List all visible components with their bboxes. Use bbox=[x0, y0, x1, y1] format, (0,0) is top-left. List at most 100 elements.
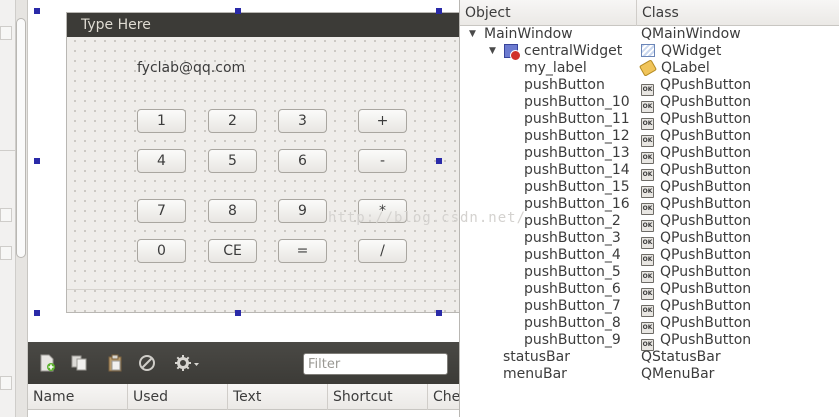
object-name: pushButton_12 bbox=[524, 128, 630, 144]
resize-handle-bottom-left[interactable] bbox=[34, 310, 40, 316]
object-name: menuBar bbox=[503, 366, 567, 382]
column-header-object[interactable]: Object bbox=[460, 0, 511, 26]
tree-row[interactable]: pushButton_8 OK QPushButton bbox=[460, 315, 839, 334]
object-name: MainWindow bbox=[484, 26, 573, 42]
expand-arrow-icon[interactable]: ▼ bbox=[469, 26, 476, 43]
class-name: QWidget bbox=[661, 43, 722, 59]
calc-button-1[interactable]: 1 bbox=[137, 109, 186, 133]
tree-row[interactable]: pushButton_12 OK QPushButton bbox=[460, 128, 839, 147]
tree-row[interactable]: pushButton_5 OK QPushButton bbox=[460, 264, 839, 283]
object-name: pushButton_7 bbox=[524, 298, 621, 314]
tree-row[interactable]: pushButton_7 OK QPushButton bbox=[460, 298, 839, 317]
class-cell: QMenuBar bbox=[641, 366, 714, 383]
class-name: QPushButton bbox=[660, 179, 752, 195]
tree-row[interactable]: pushButton_15 OK QPushButton bbox=[460, 179, 839, 198]
resize-handle-right[interactable] bbox=[436, 158, 442, 164]
tree-row[interactable]: pushButton_14 OK QPushButton bbox=[460, 162, 839, 181]
left-dock-strip bbox=[0, 0, 28, 417]
resize-handle-top-left[interactable] bbox=[34, 8, 40, 14]
my-label[interactable]: fyclab@qq.com bbox=[137, 60, 245, 76]
tree-row[interactable]: pushButton_10 OK QPushButton bbox=[460, 94, 839, 113]
designer-canvas: Type Here fyclab@qq.com 1 2 3 + 4 5 6 - … bbox=[28, 0, 468, 342]
calc-button-0[interactable]: 0 bbox=[137, 239, 186, 263]
resize-handle-top-right[interactable] bbox=[436, 8, 442, 14]
tree-row[interactable]: statusBar QStatusBar bbox=[460, 349, 839, 366]
central-widget-icon bbox=[504, 44, 521, 61]
class-name: QPushButton bbox=[660, 230, 752, 246]
calc-button-8[interactable]: 8 bbox=[208, 199, 257, 223]
calc-button-divide[interactable]: / bbox=[358, 239, 407, 263]
tree-row[interactable]: pushButton_11 OK QPushButton bbox=[460, 111, 839, 130]
new-action-icon[interactable] bbox=[37, 354, 57, 372]
tree-row[interactable]: my_label QLabel bbox=[460, 59, 839, 77]
dock-edge-box bbox=[0, 26, 12, 40]
calc-button-6[interactable]: 6 bbox=[278, 149, 327, 173]
class-name: QMenuBar bbox=[641, 366, 715, 382]
paste-icon[interactable] bbox=[105, 354, 125, 372]
tree-row[interactable]: pushButton_6 OK QPushButton bbox=[460, 281, 839, 300]
dock-edge-box bbox=[0, 376, 12, 390]
column-header-name[interactable]: Name bbox=[28, 384, 128, 410]
tree-row[interactable]: menuBar QMenuBar bbox=[460, 366, 839, 383]
copy-icon[interactable] bbox=[69, 354, 89, 372]
calc-button-plus[interactable]: + bbox=[358, 109, 407, 133]
calc-button-equals[interactable]: = bbox=[278, 239, 327, 263]
object-name: pushButton_5 bbox=[524, 264, 621, 280]
calc-button-7[interactable]: 7 bbox=[137, 199, 186, 223]
delete-icon[interactable] bbox=[137, 354, 157, 372]
resize-handle-bottom[interactable] bbox=[235, 310, 241, 316]
column-header-used[interactable]: Used bbox=[128, 384, 228, 410]
class-name: QPushButton bbox=[660, 111, 752, 127]
configure-icon[interactable] bbox=[173, 354, 203, 372]
tree-row[interactable]: pushButton_3 OK QPushButton bbox=[460, 230, 839, 249]
tree-row[interactable]: ▼ MainWindow QMainWindow bbox=[460, 26, 839, 43]
class-name: QPushButton bbox=[660, 281, 752, 297]
object-name: pushButton bbox=[524, 77, 605, 93]
column-header-shortcut[interactable]: Shortcut bbox=[328, 384, 428, 410]
dock-divider bbox=[0, 150, 15, 151]
class-name: QPushButton bbox=[660, 128, 752, 144]
calc-button-2[interactable]: 2 bbox=[208, 109, 257, 133]
object-name: pushButton_8 bbox=[524, 315, 621, 331]
tree-row[interactable]: pushButton_4 OK QPushButton bbox=[460, 247, 839, 266]
calc-button-5[interactable]: 5 bbox=[208, 149, 257, 173]
object-name: pushButton_13 bbox=[524, 145, 630, 161]
calc-button-9[interactable]: 9 bbox=[278, 199, 327, 223]
expand-arrow-icon[interactable]: ▼ bbox=[489, 43, 496, 60]
column-header-class[interactable]: Class bbox=[637, 0, 679, 26]
watermark: http://blog.csdn.net/ bbox=[328, 210, 527, 226]
resize-handle-left[interactable] bbox=[34, 158, 40, 164]
action-editor-toolbar bbox=[28, 342, 459, 384]
class-name: QMainWindow bbox=[641, 26, 741, 42]
object-inspector: Object Class ▼ MainWindow QMainWindow ▼ cent… bbox=[459, 0, 839, 417]
calc-button-minus[interactable]: - bbox=[358, 149, 407, 173]
tree-row[interactable]: pushButton_9 OK QPushButton bbox=[460, 332, 839, 351]
object-name: centralWidget bbox=[524, 43, 623, 59]
class-name: QPushButton bbox=[660, 196, 752, 212]
column-header-checkable[interactable]: Che bbox=[428, 384, 459, 410]
calc-button-4[interactable]: 4 bbox=[137, 149, 186, 173]
resize-handle-top[interactable] bbox=[235, 8, 241, 14]
object-name: pushButton_16 bbox=[524, 196, 630, 212]
filter-input[interactable] bbox=[303, 353, 448, 375]
object-name: statusBar bbox=[503, 349, 570, 365]
class-name: QPushButton bbox=[660, 162, 752, 178]
action-editor-header: Name Used Text Shortcut Che bbox=[28, 384, 459, 410]
label-icon bbox=[638, 59, 658, 77]
object-name: pushButton_2 bbox=[524, 213, 621, 229]
scrollbar-thumb[interactable] bbox=[16, 18, 26, 258]
main-window-form[interactable]: Type Here fyclab@qq.com 1 2 3 + 4 5 6 - … bbox=[66, 12, 468, 313]
calc-button-ce[interactable]: CE bbox=[208, 239, 257, 263]
menubar-type-here[interactable]: Type Here bbox=[79, 17, 153, 33]
column-header-text[interactable]: Text bbox=[228, 384, 328, 410]
resize-handle-bottom-right[interactable] bbox=[436, 310, 442, 316]
object-name: my_label bbox=[524, 60, 587, 76]
form-menubar[interactable]: Type Here bbox=[67, 13, 467, 37]
tree-row[interactable]: pushButton OK QPushButton bbox=[460, 77, 839, 96]
class-name: QPushButton bbox=[660, 332, 752, 348]
class-name: QPushButton bbox=[660, 77, 752, 93]
tree-row[interactable]: pushButton_13 OK QPushButton bbox=[460, 145, 839, 164]
dock-edge-box bbox=[0, 246, 12, 260]
calc-button-3[interactable]: 3 bbox=[278, 109, 327, 133]
tree-row[interactable]: ▼ centralWidget QWidget bbox=[460, 43, 839, 61]
